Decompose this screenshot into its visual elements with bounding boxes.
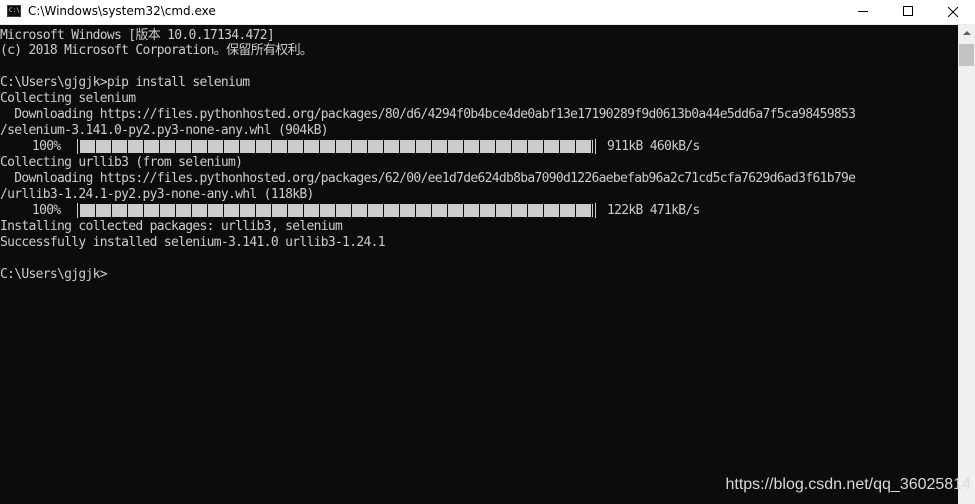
console-line: Collecting urllib3 (from selenium): [0, 155, 243, 170]
console-line: C:\Users\gjgjk>pip install selenium: [0, 75, 250, 90]
console-line: (c) 2018 Microsoft Corporation。保留所有权利。: [0, 43, 313, 58]
progress-bar: [77, 139, 596, 154]
progress-stats: 122kB 471kB/s: [607, 203, 700, 218]
console-prompt: C:\Users\gjgjk>: [0, 267, 108, 282]
progress-stats: 911kB 460kB/s: [607, 139, 700, 154]
console-output[interactable]: Microsoft Windows [版本 10.0.17134.472] (c…: [0, 25, 958, 504]
progress-bar-fill: [80, 140, 593, 153]
close-icon: [948, 7, 958, 17]
progress-bar-fill: [80, 204, 593, 217]
watermark: https://blog.csdn.net/qq_36025814: [725, 476, 971, 493]
cmd-window: C:\ C:\Windows\system32\cmd.exe Microsof…: [0, 0, 975, 504]
close-button[interactable]: [930, 0, 975, 24]
console-line: Microsoft Windows [版本 10.0.17134.472]: [0, 28, 275, 43]
progress-bar: [77, 203, 596, 218]
maximize-button[interactable]: [885, 0, 930, 24]
scroll-up-arrow-icon[interactable]: [958, 25, 975, 42]
console-line: /urllib3-1.24.1-py2.py3-none-any.whl (11…: [0, 187, 314, 202]
window-title: C:\Windows\system32\cmd.exe: [28, 4, 216, 18]
console-line: Installing collected packages: urllib3, …: [0, 219, 343, 234]
cmd-console-icon: C:\: [7, 5, 21, 17]
console-line: Downloading https://files.pythonhosted.o…: [0, 171, 856, 186]
scrollbar-thumb[interactable]: [959, 44, 974, 66]
window-controls: [840, 0, 975, 24]
console-line: Successfully installed selenium-3.141.0 …: [0, 235, 386, 250]
console-line: Downloading https://files.pythonhosted.o…: [0, 107, 856, 122]
console-line: /selenium-3.141.0-py2.py3-none-any.whl (…: [0, 123, 329, 138]
title-bar[interactable]: C:\ C:\Windows\system32\cmd.exe: [0, 0, 975, 25]
minimize-button[interactable]: [840, 0, 885, 24]
progress-percent: 100%: [32, 203, 61, 218]
vertical-scrollbar[interactable]: [958, 25, 975, 504]
progress-percent: 100%: [32, 139, 61, 154]
console-line: Collecting selenium: [0, 91, 136, 106]
